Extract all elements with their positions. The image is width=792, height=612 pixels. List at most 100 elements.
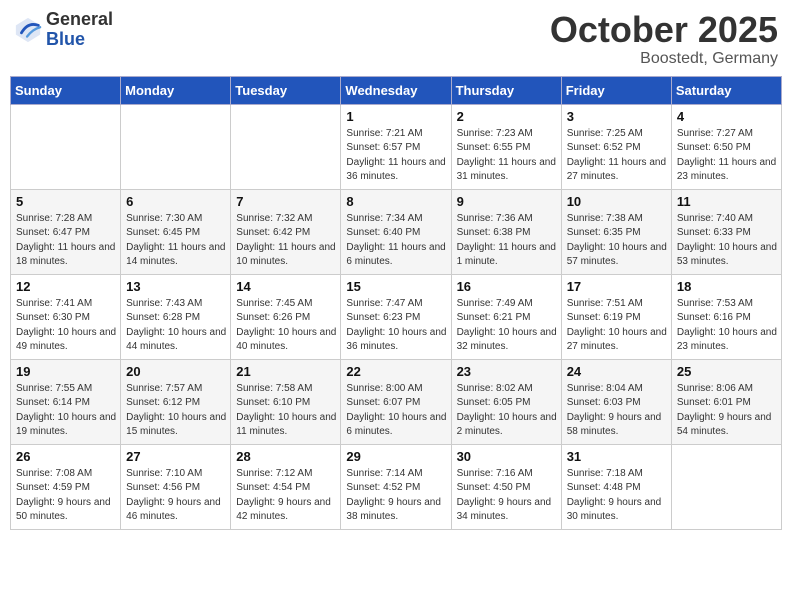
day-info: Sunrise: 7:36 AM Sunset: 6:38 PM Dayligh…: [457, 212, 557, 270]
day-info: Sunrise: 7:08 AM Sunset: 4:59 PM Dayligh…: [16, 467, 116, 525]
calendar-cell: 27Sunrise: 7:10 AM Sunset: 4:56 PM Dayli…: [121, 444, 231, 529]
day-info: Sunrise: 7:49 AM Sunset: 6:21 PM Dayligh…: [457, 297, 557, 355]
calendar-week-row: 1 Sunrise: 7:21 AM Sunset: 6:57 PM Daylig…: [11, 104, 782, 189]
calendar-cell: 4Sunrise: 7:27 AM Sunset: 6:50 PM Daylig…: [671, 104, 781, 189]
header-wednesday: Wednesday: [341, 76, 451, 104]
day-info: Sunrise: 7:30 AM Sunset: 6:45 PM Dayligh…: [126, 212, 226, 270]
day-number: 19: [16, 364, 116, 379]
calendar-cell: 22Sunrise: 8:00 AM Sunset: 6:07 PM Dayli…: [341, 359, 451, 444]
day-number: 10: [567, 194, 667, 209]
day-number: 26: [16, 449, 116, 464]
logo-blue: Blue: [46, 30, 113, 50]
day-number: 21: [236, 364, 336, 379]
day-number: 31: [567, 449, 667, 464]
day-info: Sunrise: 7:10 AM Sunset: 4:56 PM Dayligh…: [126, 467, 226, 525]
day-number: 16: [457, 279, 557, 294]
calendar-cell: 29Sunrise: 7:14 AM Sunset: 4:52 PM Dayli…: [341, 444, 451, 529]
calendar-cell: 17 Sunrise: 7:51 AM Sunset: 6:19 PM Dayli…: [561, 274, 671, 359]
day-info: Sunrise: 7:55 AM Sunset: 6:14 PM Dayligh…: [16, 382, 116, 440]
day-number: 14: [236, 279, 336, 294]
calendar-cell: 25 Sunrise: 8:06 AM Sunset: 6:01 PM Dayli…: [671, 359, 781, 444]
day-info: Sunrise: 7:51 AM Sunset: 6:19 PM Dayligh…: [567, 297, 667, 355]
header-sunday: Sunday: [11, 76, 121, 104]
calendar-cell: 15 Sunrise: 7:47 AM Sunset: 6:23 PM Dayli…: [341, 274, 451, 359]
day-info: Sunrise: 7:14 AM Sunset: 4:52 PM Dayligh…: [346, 467, 446, 525]
calendar-cell: [121, 104, 231, 189]
calendar-week-row: 26 Sunrise: 7:08 AM Sunset: 4:59 PM Dayli…: [11, 444, 782, 529]
header-thursday: Thursday: [451, 76, 561, 104]
calendar-header-row: SundayMondayTuesdayWednesdayThursdayFrid…: [11, 76, 782, 104]
calendar-week-row: 5Sunrise: 7:28 AM Sunset: 6:47 PM Daylig…: [11, 189, 782, 274]
day-number: 11: [677, 194, 777, 209]
calendar-table: SundayMondayTuesdayWednesdayThursdayFrid…: [10, 76, 782, 530]
day-number: 7: [236, 194, 336, 209]
day-number: 23: [457, 364, 557, 379]
day-number: 6: [126, 194, 226, 209]
calendar-cell: 16 Sunrise: 7:49 AM Sunset: 6:21 PM Dayli…: [451, 274, 561, 359]
calendar-cell: 31 Sunrise: 7:18 AM Sunset: 4:48 PM Dayli…: [561, 444, 671, 529]
calendar-cell: 5Sunrise: 7:28 AM Sunset: 6:47 PM Daylig…: [11, 189, 121, 274]
day-number: 13: [126, 279, 226, 294]
day-number: 25: [677, 364, 777, 379]
calendar-cell: 20Sunrise: 7:57 AM Sunset: 6:12 PM Dayli…: [121, 359, 231, 444]
day-info: Sunrise: 7:58 AM Sunset: 6:10 PM Dayligh…: [236, 382, 336, 440]
day-number: 1: [346, 109, 446, 124]
header-monday: Monday: [121, 76, 231, 104]
logo-general: General: [46, 10, 113, 30]
day-number: 28: [236, 449, 336, 464]
calendar-cell: 2Sunrise: 7:23 AM Sunset: 6:55 PM Daylig…: [451, 104, 561, 189]
day-info: Sunrise: 7:21 AM Sunset: 6:57 PM Dayligh…: [346, 127, 446, 185]
location: Boostedt, Germany: [550, 50, 778, 68]
day-info: Sunrise: 7:57 AM Sunset: 6:12 PM Dayligh…: [126, 382, 226, 440]
calendar-cell: 11 Sunrise: 7:40 AM Sunset: 6:33 PM Dayli…: [671, 189, 781, 274]
day-number: 3: [567, 109, 667, 124]
day-info: Sunrise: 7:27 AM Sunset: 6:50 PM Dayligh…: [677, 127, 777, 185]
day-info: Sunrise: 7:53 AM Sunset: 6:16 PM Dayligh…: [677, 297, 777, 355]
calendar-cell: 7 Sunrise: 7:32 AM Sunset: 6:42 PM Daylig…: [231, 189, 341, 274]
day-number: 17: [567, 279, 667, 294]
header-saturday: Saturday: [671, 76, 781, 104]
day-info: Sunrise: 8:04 AM Sunset: 6:03 PM Dayligh…: [567, 382, 667, 440]
calendar-cell: 12 Sunrise: 7:41 AM Sunset: 6:30 PM Dayli…: [11, 274, 121, 359]
day-number: 9: [457, 194, 557, 209]
day-number: 12: [16, 279, 116, 294]
day-info: Sunrise: 7:18 AM Sunset: 4:48 PM Dayligh…: [567, 467, 667, 525]
calendar-cell: 13 Sunrise: 7:43 AM Sunset: 6:28 PM Dayli…: [121, 274, 231, 359]
calendar-cell: 3 Sunrise: 7:25 AM Sunset: 6:52 PM Daylig…: [561, 104, 671, 189]
calendar-week-row: 12 Sunrise: 7:41 AM Sunset: 6:30 PM Dayli…: [11, 274, 782, 359]
calendar-cell: 8Sunrise: 7:34 AM Sunset: 6:40 PM Daylig…: [341, 189, 451, 274]
day-number: 30: [457, 449, 557, 464]
calendar-week-row: 19 Sunrise: 7:55 AM Sunset: 6:14 PM Dayli…: [11, 359, 782, 444]
day-number: 15: [346, 279, 446, 294]
calendar-cell: 1 Sunrise: 7:21 AM Sunset: 6:57 PM Daylig…: [341, 104, 451, 189]
day-info: Sunrise: 7:47 AM Sunset: 6:23 PM Dayligh…: [346, 297, 446, 355]
title-block: October 2025 Boostedt, Germany: [550, 10, 778, 68]
logo-icon: [14, 16, 42, 44]
logo-text: General Blue: [46, 10, 113, 50]
day-info: Sunrise: 8:06 AM Sunset: 6:01 PM Dayligh…: [677, 382, 777, 440]
calendar-cell: 28 Sunrise: 7:12 AM Sunset: 4:54 PM Dayli…: [231, 444, 341, 529]
calendar-cell: 9 Sunrise: 7:36 AM Sunset: 6:38 PM Daylig…: [451, 189, 561, 274]
day-info: Sunrise: 7:12 AM Sunset: 4:54 PM Dayligh…: [236, 467, 336, 525]
calendar-cell: 23 Sunrise: 8:02 AM Sunset: 6:05 PM Dayli…: [451, 359, 561, 444]
calendar-cell: 26 Sunrise: 7:08 AM Sunset: 4:59 PM Dayli…: [11, 444, 121, 529]
day-info: Sunrise: 7:25 AM Sunset: 6:52 PM Dayligh…: [567, 127, 667, 185]
day-info: Sunrise: 7:32 AM Sunset: 6:42 PM Dayligh…: [236, 212, 336, 270]
day-info: Sunrise: 7:38 AM Sunset: 6:35 PM Dayligh…: [567, 212, 667, 270]
day-info: Sunrise: 7:45 AM Sunset: 6:26 PM Dayligh…: [236, 297, 336, 355]
calendar-cell: [671, 444, 781, 529]
day-number: 8: [346, 194, 446, 209]
calendar-cell: 24 Sunrise: 8:04 AM Sunset: 6:03 PM Dayli…: [561, 359, 671, 444]
calendar-cell: 6 Sunrise: 7:30 AM Sunset: 6:45 PM Daylig…: [121, 189, 231, 274]
header-tuesday: Tuesday: [231, 76, 341, 104]
day-info: Sunrise: 7:40 AM Sunset: 6:33 PM Dayligh…: [677, 212, 777, 270]
day-info: Sunrise: 8:02 AM Sunset: 6:05 PM Dayligh…: [457, 382, 557, 440]
header-friday: Friday: [561, 76, 671, 104]
day-info: Sunrise: 7:41 AM Sunset: 6:30 PM Dayligh…: [16, 297, 116, 355]
day-info: Sunrise: 7:28 AM Sunset: 6:47 PM Dayligh…: [16, 212, 116, 270]
calendar-cell: 10 Sunrise: 7:38 AM Sunset: 6:35 PM Dayli…: [561, 189, 671, 274]
day-number: 24: [567, 364, 667, 379]
calendar-cell: 14 Sunrise: 7:45 AM Sunset: 6:26 PM Dayli…: [231, 274, 341, 359]
calendar-cell: 18Sunrise: 7:53 AM Sunset: 6:16 PM Dayli…: [671, 274, 781, 359]
day-info: Sunrise: 7:43 AM Sunset: 6:28 PM Dayligh…: [126, 297, 226, 355]
